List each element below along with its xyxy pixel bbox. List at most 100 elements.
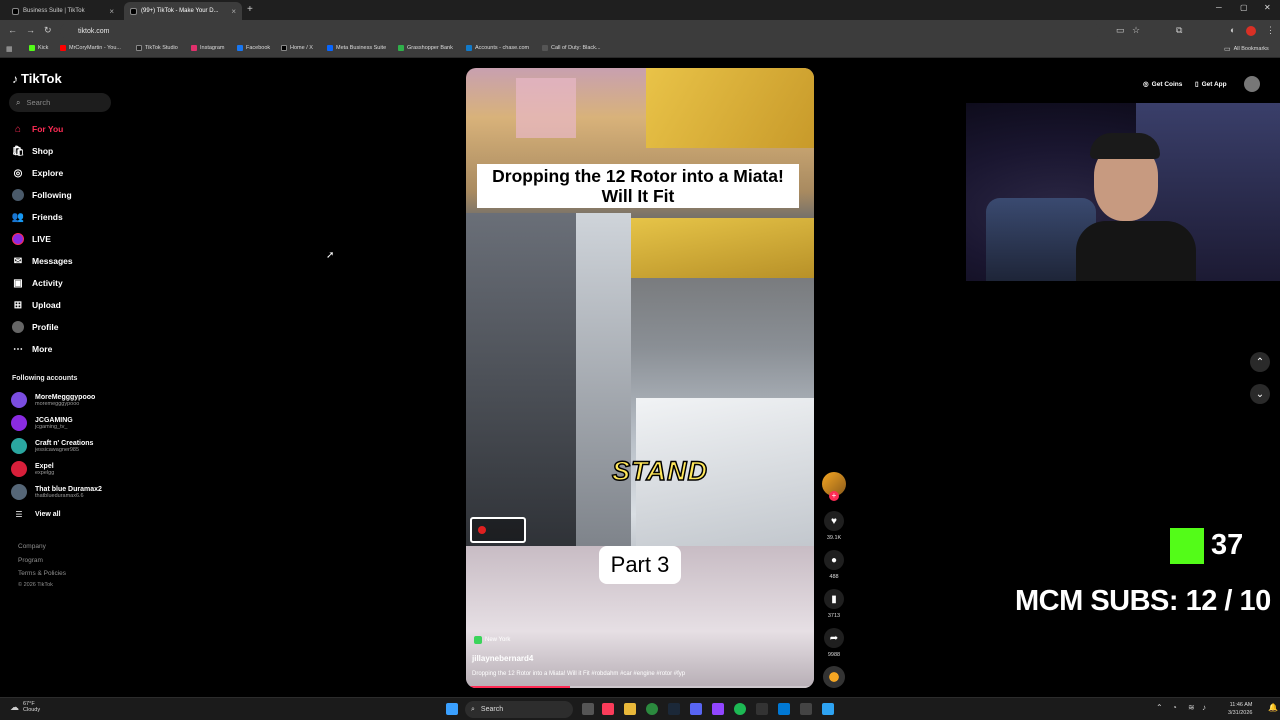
grasshopper-favicon-icon xyxy=(398,45,404,51)
search-placeholder: Search xyxy=(26,98,51,107)
lift-column xyxy=(466,213,576,553)
following-icon xyxy=(12,189,24,201)
forward-icon[interactable]: → xyxy=(26,25,35,35)
wifi-icon[interactable]: ≋ xyxy=(1188,703,1195,712)
taskbar-search[interactable]: ⌕ Search xyxy=(465,701,573,718)
profile-menu-icon[interactable]: ◐ xyxy=(1230,25,1235,35)
footer-company-link[interactable]: Company xyxy=(18,543,46,550)
reload-icon[interactable]: ↻ xyxy=(44,25,52,36)
next-video-button[interactable]: ⌄ xyxy=(1250,384,1270,404)
extensions-icon[interactable]: ⧉ xyxy=(1176,25,1182,36)
browser-menu-icon[interactable]: ⋮ xyxy=(1266,25,1275,36)
video-player[interactable]: Dropping the 12 Rotor into a Miata! Will… xyxy=(466,68,814,688)
bookmark-item[interactable]: TikTok Studio xyxy=(136,45,178,51)
search-icon: ⌕ xyxy=(471,705,475,713)
tab-tiktok[interactable]: (99+) TikTok - Make Your D... × xyxy=(124,2,242,20)
x-favicon-icon xyxy=(281,45,287,51)
creator-avatar[interactable]: + xyxy=(822,472,846,501)
bookmark-star-icon[interactable]: ☆ xyxy=(1132,25,1140,36)
windows-start-icon[interactable] xyxy=(446,703,458,715)
apps-grid-icon[interactable]: ▦ xyxy=(6,45,13,53)
nav-messages[interactable]: ✉ Messages xyxy=(12,255,73,267)
video-bg-shape xyxy=(516,78,576,138)
record-dot-icon xyxy=(478,526,486,534)
bookmark-item[interactable]: Meta Business Suite xyxy=(327,45,386,51)
previous-video-button[interactable]: ⌃ xyxy=(1250,352,1270,372)
volume-icon[interactable]: ♪ xyxy=(1202,703,1206,712)
following-account-item[interactable]: JCGAMING jcgaming_tv_ xyxy=(11,415,73,431)
back-icon[interactable]: ← xyxy=(8,25,17,35)
close-tab-icon[interactable]: × xyxy=(109,7,114,16)
tab-title: Business Suite | TikTok xyxy=(23,8,85,14)
nav-following[interactable]: Following xyxy=(12,189,72,201)
all-bookmarks-folder[interactable]: ▭ All Bookmarks xyxy=(1224,45,1269,53)
bookmark-item[interactable]: Instagram xyxy=(191,45,224,51)
following-account-item[interactable]: MoreMegggypooo moremegggypooo xyxy=(11,392,95,408)
bookmark-item[interactable]: Facebook xyxy=(237,45,270,51)
video-progress-bar[interactable] xyxy=(466,686,814,688)
save-button[interactable]: ▮ 3713 xyxy=(822,589,846,619)
footer-terms-link[interactable]: Terms & Policies xyxy=(18,570,66,577)
get-app-button[interactable]: ▯ Get App xyxy=(1195,76,1227,92)
comment-button[interactable]: ● 488 xyxy=(822,550,846,580)
bookmark-item[interactable]: Kick xyxy=(29,45,48,51)
profile-avatar[interactable] xyxy=(1246,26,1256,36)
cast-icon[interactable]: ▭ xyxy=(1116,25,1125,36)
obs-icon[interactable] xyxy=(800,703,812,715)
task-view-icon[interactable] xyxy=(582,703,594,715)
close-window-icon[interactable]: ✕ xyxy=(1264,3,1271,12)
nav-explore[interactable]: ◎ Explore xyxy=(12,167,64,179)
nav-upload[interactable]: ⊞ Upload xyxy=(12,299,61,311)
nav-shop[interactable]: 🛍 Shop xyxy=(12,145,54,157)
video-caption-word: STAND xyxy=(611,455,708,487)
nav-friends[interactable]: 👥 Friends xyxy=(12,211,63,223)
nav-for-you[interactable]: ⌂ For You xyxy=(12,123,63,135)
file-explorer-icon[interactable] xyxy=(624,703,636,715)
following-account-item[interactable]: Craft n' Creations jessicawagner985 xyxy=(11,438,93,454)
bookmark-item[interactable]: Call of Duty: Black... xyxy=(542,45,601,51)
maximize-icon[interactable]: ▢ xyxy=(1240,3,1248,12)
taskbar-clock[interactable]: 11:46 AM 3/31/2026 xyxy=(1228,701,1252,717)
close-tab-icon[interactable]: × xyxy=(231,7,236,16)
music-app-icon[interactable] xyxy=(602,703,614,715)
twitch-icon[interactable] xyxy=(712,703,724,715)
discord-icon[interactable] xyxy=(690,703,702,715)
share-button[interactable]: ➦ 9988 xyxy=(822,628,846,658)
bookmark-item[interactable]: Accounts - chase.com xyxy=(466,45,529,51)
location-tag[interactable]: New York xyxy=(474,636,510,644)
nav-activity[interactable]: ▣ Activity xyxy=(12,277,62,289)
footer-program-link[interactable]: Program xyxy=(18,557,43,564)
following-account-item[interactable]: That blue Duramax2 thatblueduramax6.6 xyxy=(11,484,102,500)
spotify-icon[interactable] xyxy=(734,703,746,715)
xbox-icon[interactable] xyxy=(756,703,768,715)
nav-live[interactable]: LIVE xyxy=(12,233,51,245)
search-input[interactable]: ⌕ Search xyxy=(9,93,111,112)
sound-disc[interactable] xyxy=(822,666,846,688)
follow-plus-icon[interactable]: + xyxy=(829,491,839,501)
bookmark-item[interactable]: Home / X xyxy=(281,45,313,51)
nav-more[interactable]: ⋯ More xyxy=(12,343,52,355)
tab-business-suite[interactable]: Business Suite | TikTok × xyxy=(6,2,120,20)
bookmark-item[interactable]: Grasshopper Bank xyxy=(398,45,453,51)
steam-icon[interactable] xyxy=(668,703,680,715)
bookmark-item[interactable]: MrCoryMartin - You... xyxy=(60,45,121,51)
vscode-icon[interactable] xyxy=(778,703,790,715)
video-author[interactable]: jillaynebernard4 xyxy=(472,654,533,663)
minimize-icon[interactable]: ─ xyxy=(1216,3,1222,12)
notepad-icon[interactable] xyxy=(822,703,834,715)
nav-profile[interactable]: Profile xyxy=(12,321,58,333)
tray-chevron-up-icon[interactable]: ⌃ xyxy=(1156,703,1163,712)
address-bar[interactable]: tiktok.com xyxy=(60,23,1100,39)
tiktok-logo[interactable]: ♪ TikTok xyxy=(12,71,62,86)
network-icon[interactable]: ◔ xyxy=(1172,703,1177,712)
notification-bell-icon[interactable]: 🔔 xyxy=(1268,703,1278,712)
user-avatar[interactable] xyxy=(1244,76,1260,92)
cloud-icon: ☁ xyxy=(10,701,19,712)
new-tab-button[interactable]: + xyxy=(247,4,253,15)
get-coins-button[interactable]: ◎ Get Coins xyxy=(1143,76,1182,92)
weather-widget[interactable]: ☁ 67°F Cloudy xyxy=(10,701,40,713)
following-account-item[interactable]: Expel expelgg xyxy=(11,461,54,477)
view-all-link[interactable]: ☰ View all xyxy=(11,510,60,519)
chrome-icon[interactable] xyxy=(646,703,658,715)
like-button[interactable]: ♥ 39.1K xyxy=(822,511,846,541)
